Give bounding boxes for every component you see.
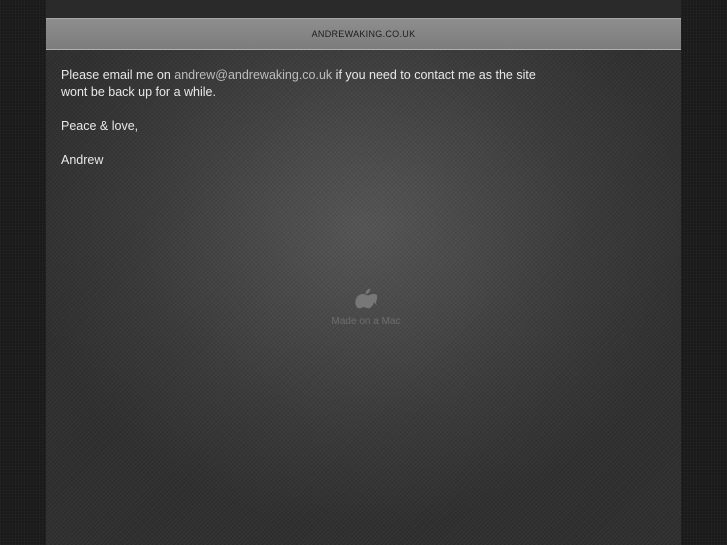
header-bar: ANDREWAKING.CO.UK — [46, 18, 681, 50]
apple-logo-icon — [355, 288, 377, 309]
message-text-before-email: Please email me on — [61, 68, 175, 82]
signature: Andrew — [61, 153, 104, 167]
message-content: Please email me on andrew@andrewaking.co… — [61, 67, 581, 186]
top-strip — [46, 0, 681, 18]
page-container: ANDREWAKING.CO.UK Please email me on and… — [46, 0, 681, 545]
message-paragraph: Please email me on andrew@andrewaking.co… — [61, 67, 581, 101]
right-background-pattern — [681, 0, 727, 545]
email-link[interactable]: andrew@andrewaking.co.uk — [174, 68, 332, 82]
made-on-a-mac-badge[interactable]: Made on a Mac — [326, 288, 406, 327]
site-title: ANDREWAKING.CO.UK — [311, 29, 416, 39]
left-background-pattern — [0, 0, 46, 545]
made-on-a-mac-text: Made on a Mac — [331, 316, 401, 327]
sign-off: Peace & love, — [61, 119, 139, 133]
message-text-after-email: if you need to contact me as the site — [332, 68, 536, 82]
message-text-line2: wont be back up for a while. — [61, 85, 216, 99]
